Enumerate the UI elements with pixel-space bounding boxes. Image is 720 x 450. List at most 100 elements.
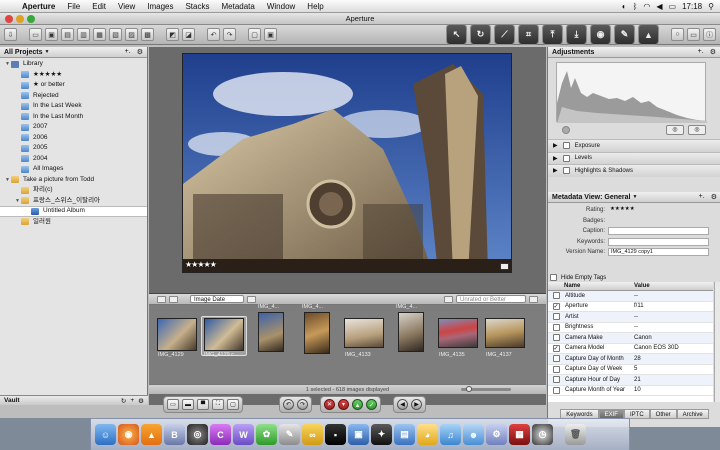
bbedit-icon[interactable]: B (164, 424, 185, 445)
app-rings-icon[interactable]: ∞ (302, 424, 323, 445)
disclosure-triangle-icon[interactable]: ▶ (553, 155, 558, 162)
field-value[interactable]: IMG_4129 copy1 (608, 248, 709, 257)
new-project-icon[interactable]: ▣ (45, 28, 58, 41)
hide-empty-tags[interactable]: Hide Empty Tags (550, 274, 606, 281)
slider-knob[interactable] (466, 386, 472, 392)
sidebar-item[interactable]: 2005 (0, 143, 147, 154)
thumbnail-selected[interactable]: IMG_4129 c... (201, 305, 247, 379)
table-row[interactable]: Camera Make Canon (548, 333, 713, 344)
table-row[interactable]: Altitude -- (548, 291, 713, 302)
eyedropper-icon[interactable] (562, 126, 570, 134)
sidebar-item[interactable]: 파리(c) (0, 185, 147, 196)
inspector-icon[interactable]: ⓘ (703, 28, 716, 41)
lift-stamp-icon[interactable]: ▣ (264, 28, 277, 41)
thumbnail[interactable]: IMG_4129 (157, 305, 199, 379)
compare-icon[interactable]: ◪ (182, 28, 195, 41)
gear-icon[interactable]: ⚙ (137, 48, 143, 56)
sidebar-item[interactable]: ▼ 프랑스_스위스_이탈리아 (0, 196, 147, 207)
sidebar-item[interactable]: Rejected (0, 91, 147, 102)
row-checkbox[interactable] (552, 292, 560, 300)
trash-icon[interactable]: 🗑 (565, 424, 586, 445)
table-row[interactable]: Capture Hour of Day 21 (548, 375, 713, 386)
app-w-icon[interactable]: W (233, 424, 254, 445)
menu-stacks[interactable]: Stacks (179, 0, 215, 13)
iphoto-icon[interactable]: ▤ (394, 424, 415, 445)
thumbnail-size-slider[interactable] (461, 386, 511, 392)
grid-view-icon[interactable] (157, 295, 166, 303)
import-icon[interactable]: ⇩ (4, 28, 17, 41)
sidebar-item[interactable]: ▼ Library (0, 59, 147, 70)
sidebar-item[interactable]: 2004 (0, 154, 147, 165)
row-checkbox[interactable] (552, 386, 560, 394)
disclosure-triangle-icon[interactable]: ▼ (4, 59, 11, 70)
sidebar-item[interactable]: Untitled Album (0, 206, 147, 217)
app-pen-icon[interactable]: ✎ (279, 424, 300, 445)
clock[interactable]: 17:18 (682, 2, 702, 11)
red-eye-tool-icon[interactable]: ◉ (590, 24, 611, 45)
sidebar-item[interactable]: 일러원 (0, 217, 147, 228)
row-checkbox[interactable] (552, 323, 560, 331)
list-view-icon[interactable] (169, 295, 178, 303)
stamp-tool-icon[interactable]: ⤓ (566, 24, 587, 45)
new-light-table-icon[interactable]: ▧ (109, 28, 122, 41)
highlights-checkbox[interactable] (562, 167, 570, 175)
volume-icon[interactable]: ◀ (656, 2, 662, 11)
decrease-rating-icon[interactable]: ▾ (338, 399, 349, 410)
disclosure-triangle-icon[interactable]: ▼ (4, 175, 11, 186)
zoom-window-icon[interactable] (27, 15, 35, 23)
filter-field[interactable]: Unrated or Better (456, 295, 526, 303)
row-checkbox[interactable] (552, 344, 560, 352)
thumbnail[interactable]: IMG_4137 (485, 305, 527, 379)
select-icon[interactable]: ✓ (366, 399, 377, 410)
terminal-icon[interactable]: ▪ (325, 424, 346, 445)
stack-icon[interactable]: ◩ (166, 28, 179, 41)
preview-icon[interactable]: ▣ (348, 424, 369, 445)
dashboard-icon[interactable]: ◷ (532, 424, 553, 445)
adium-icon[interactable]: ◕ (417, 424, 438, 445)
retouch-tool-icon[interactable]: ✎ (614, 24, 635, 45)
firefox-icon[interactable]: ◉ (118, 424, 139, 445)
patch-tool-icon[interactable]: ▲ (638, 24, 659, 45)
crop-tool-icon[interactable]: ⌗ (518, 24, 539, 45)
field-value[interactable] (608, 237, 709, 246)
new-book-icon[interactable]: ▦ (93, 28, 106, 41)
row-checkbox[interactable] (552, 365, 560, 373)
chevron-down-icon[interactable]: ▼ (45, 49, 50, 55)
battery-icon[interactable]: ▭ (669, 2, 677, 11)
loupe-icon[interactable]: ○ (671, 28, 684, 41)
thumbnail[interactable]: IMG_4... (258, 304, 300, 379)
metadata-add-icon[interactable]: +. (699, 193, 705, 201)
previous-image-icon[interactable]: ◀ (397, 399, 408, 410)
sort-popup[interactable]: Image Date (190, 295, 244, 303)
row-checkbox[interactable] (552, 355, 560, 363)
spotlight-icon[interactable]: ⚲ (708, 2, 714, 11)
menu-view[interactable]: View (112, 0, 141, 13)
levels-checkbox[interactable] (562, 154, 570, 162)
table-row[interactable]: Capture Day of Week 5 (548, 365, 713, 375)
minimize-window-icon[interactable] (16, 15, 24, 23)
rotate-left-button-icon[interactable]: ↶ (283, 399, 294, 410)
sidebar-item[interactable]: 2006 (0, 133, 147, 144)
adjustments-gear-icon[interactable]: ⚙ (710, 48, 716, 56)
thumbnail[interactable]: IMG_4... (396, 304, 438, 379)
query-icon[interactable] (444, 295, 453, 303)
menu-images[interactable]: Images (141, 0, 179, 13)
rotate-left-icon[interactable]: ↶ (207, 28, 220, 41)
adjustment-highlights-shadows[interactable]: ▶ Highlights & Shadows (548, 164, 720, 177)
table-row[interactable]: Brightness -- (548, 323, 713, 333)
apple-menu-icon[interactable] (0, 0, 16, 13)
straighten-tool-icon[interactable]: ⟋ (494, 24, 515, 45)
disclosure-triangle-icon[interactable]: ▶ (553, 142, 558, 149)
new-folder-icon[interactable]: ▭ (29, 28, 42, 41)
add-adjustment-icon[interactable]: +. (698, 48, 704, 56)
new-web-journal-icon[interactable]: ▩ (141, 28, 154, 41)
sort-order-icon[interactable] (247, 295, 256, 303)
rotate-right-icon[interactable]: ↷ (223, 28, 236, 41)
tab-other[interactable]: Other (649, 409, 677, 419)
increase-rating-icon[interactable]: ▴ (352, 399, 363, 410)
main-photo[interactable]: ★★★★★ (182, 53, 512, 273)
rotate-tool-icon[interactable]: ↻ (470, 24, 491, 45)
close-window-icon[interactable] (5, 15, 13, 23)
secondary-viewer-icon[interactable]: ▢ (227, 399, 239, 410)
table-row[interactable]: Artist -- (548, 312, 713, 323)
